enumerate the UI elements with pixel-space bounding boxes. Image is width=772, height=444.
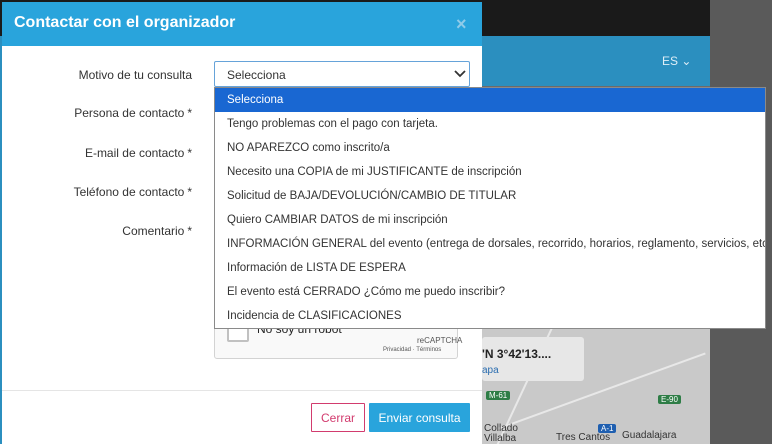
send-button[interactable]: Enviar consulta [369,403,470,432]
dropdown-option[interactable]: Incidencia de CLASIFICACIONES [215,304,765,328]
map-coordinates: 'N 3°42'13.... [482,347,552,361]
dropdown-option[interactable]: Necesito una COPIA de mi JUSTIFICANTE de… [215,160,765,184]
comentario-label-text: Comentario [122,224,185,238]
map-road-badge: E-90 [658,395,681,404]
motivo-dropdown-list: Selecciona Tengo problemas con el pago c… [214,87,766,329]
required-mark: * [187,146,192,160]
modal-title: Contactar con el organizador [14,14,236,31]
dropdown-option[interactable]: Selecciona [215,88,765,112]
footer-divider [2,390,482,391]
map-link[interactable]: apa [482,365,584,376]
map-road-badge: A-1 [598,424,617,433]
telefono-label: Teléfono de contacto * [74,185,192,199]
dropdown-option[interactable]: INFORMACIÓN GENERAL del evento (entrega … [215,232,765,256]
map-city-label: Tres Cantos [556,432,611,443]
cancel-button[interactable]: Cerrar [311,403,365,432]
select-value: Selecciona [227,68,286,82]
language-selector[interactable]: ES ⌄ [662,54,691,68]
required-mark: * [187,224,192,238]
persona-label: Persona de contacto * [74,106,192,120]
chevron-down-icon [454,70,466,78]
modal-header: Contactar con el organizador × [2,2,482,46]
email-label: E-mail de contacto * [85,146,192,160]
required-mark: * [187,106,192,120]
motivo-label: Motivo de tu consulta [78,68,192,82]
map-coordinates-card: 'N 3°42'13.... apa [482,337,584,381]
map-city-label: Collado Villalba [484,423,518,444]
recaptcha-brand: reCAPTCHA [417,336,463,345]
map-road-badge: M-61 [486,391,511,400]
persona-label-text: Persona de contacto [74,106,185,120]
map-city-label: Guadalajara [622,430,677,441]
comentario-label: Comentario * [122,224,192,238]
dropdown-option[interactable]: NO APAREZCO como inscrito/a [215,136,765,160]
dropdown-option[interactable]: El evento está CERRADO ¿Cómo me puedo in… [215,280,765,304]
recaptcha-links[interactable]: Privacidad · Términos [383,347,441,353]
email-label-text: E-mail de contacto [84,146,185,160]
close-icon[interactable]: × [456,14,467,35]
dropdown-option[interactable]: Información de LISTA DE ESPERA [215,256,765,280]
dropdown-option[interactable]: Quiero CAMBIAR DATOS de mi inscripción [215,208,765,232]
dropdown-option[interactable]: Solicitud de BAJA/DEVOLUCIÓN/CAMBIO DE T… [215,184,765,208]
required-mark: * [187,185,192,199]
motivo-select[interactable]: Selecciona [214,61,470,87]
telefono-label-text: Teléfono de contacto [73,185,185,199]
dropdown-option[interactable]: Tengo problemas con el pago con tarjeta. [215,112,765,136]
